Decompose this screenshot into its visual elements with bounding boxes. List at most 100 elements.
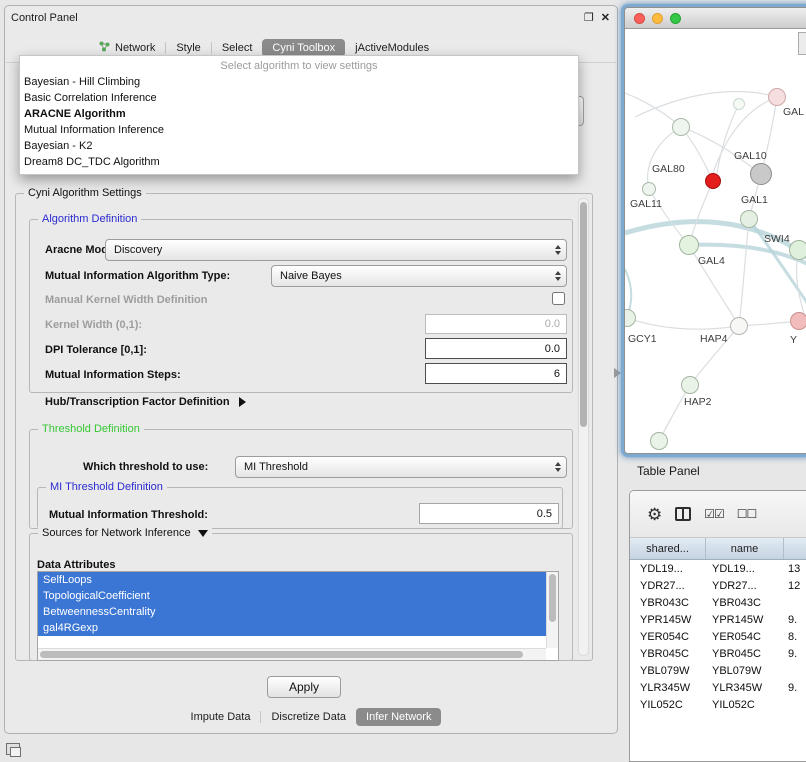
hub-definition-expander[interactable]: Hub/Transcription Factor Definition [45, 396, 246, 408]
cell-value: 9. [784, 611, 806, 628]
dropdown-option[interactable]: Bayesian - Hill Climbing [20, 74, 578, 90]
network-node-pink2[interactable] [790, 312, 806, 330]
tab-select-label: Select [222, 42, 253, 54]
cell-name: YLR345W [706, 679, 784, 696]
which-threshold-value: MI Threshold [244, 461, 308, 473]
select-all-checkboxes-icon[interactable]: ☑☑ [704, 507, 724, 521]
list-vertical-scrollbar[interactable] [546, 572, 558, 648]
network-node-selected-red[interactable] [705, 173, 721, 189]
network-node-hap2[interactable] [681, 376, 699, 394]
kernel-width-field[interactable] [425, 314, 567, 334]
mi-algorithm-type-select[interactable]: Naive Bayes [271, 265, 567, 287]
sources-expander[interactable]: Sources for Network Inference [38, 527, 212, 539]
column-header-partial[interactable] [784, 538, 806, 559]
which-threshold-select[interactable]: MI Threshold [235, 456, 567, 478]
node-label-gal4: GAL4 [698, 255, 725, 267]
mi-steps-field[interactable] [425, 363, 567, 384]
table-row[interactable]: YLR345W YLR345W 9. [630, 679, 806, 696]
apply-button[interactable]: Apply [267, 676, 341, 698]
scrollbar-thumb[interactable] [549, 574, 556, 622]
gear-icon[interactable]: ⚙ [647, 506, 662, 523]
node-label-gcy1: GCY1 [628, 333, 657, 345]
splitter-collapse-handle[interactable] [614, 368, 621, 378]
network-node[interactable] [733, 98, 745, 110]
network-node-gal80[interactable] [672, 118, 690, 136]
table-row[interactable]: YIL052C YIL052C [630, 696, 806, 713]
manual-kernel-checkbox[interactable] [552, 292, 565, 305]
window-close-button[interactable] [634, 13, 645, 24]
table-header: shared... name [630, 538, 806, 560]
node-label-gal80: GAL80 [652, 163, 685, 175]
table-row[interactable]: YDL19... YDL19... 13 [630, 560, 806, 577]
cell-shared-name: YBL079W [630, 662, 706, 679]
scrollbar-thumb[interactable] [40, 651, 523, 658]
dropdown-prompt: Select algorithm to view settings [20, 58, 578, 74]
tab-impute-data[interactable]: Impute Data [181, 708, 261, 726]
expander-expanded-icon [198, 530, 208, 537]
control-panel: Control Panel ❐ ✕ Network Style Select [4, 5, 618, 734]
mi-threshold-label: Mutual Information Threshold: [49, 509, 208, 521]
network-node-swi4[interactable] [789, 240, 806, 260]
restore-panel-icon[interactable] [6, 743, 20, 755]
cell-name: YDR27... [706, 577, 784, 594]
aracne-mode-select[interactable]: Discovery [105, 239, 567, 261]
network-node-gal1[interactable] [740, 210, 758, 228]
window-zoom-button[interactable] [670, 13, 681, 24]
settings-scrollbar[interactable] [578, 198, 589, 656]
attribute-item[interactable]: BetweennessCentrality [38, 604, 546, 620]
cell-name: YIL052C [706, 696, 784, 713]
dropdown-option[interactable]: Basic Correlation Inference [20, 90, 578, 106]
network-canvas[interactable]: GAL80 GAL10 GAL11 GAL1 SWI4 GAL4 GCY1 HA… [625, 29, 806, 453]
table-row[interactable]: YPR145W YPR145W 9. [630, 611, 806, 628]
dropdown-option-selected[interactable]: ARACNE Algorithm [20, 106, 578, 122]
panel-title: Control Panel [11, 12, 78, 24]
network-node-pink[interactable] [768, 88, 786, 106]
dropdown-option[interactable]: Bayesian - K2 [20, 138, 578, 154]
network-node-gal10-hub[interactable] [750, 163, 772, 185]
table-toolbar: ⚙ ☑☑ ☐☐ [630, 491, 806, 538]
dpi-tolerance-field[interactable] [425, 338, 567, 359]
attribute-item[interactable]: TopologicalCoefficient [38, 588, 546, 604]
node-label-partial: GAL [783, 106, 804, 118]
expander-collapsed-icon [239, 397, 246, 407]
table-row[interactable]: YER054C YER054C 8. [630, 628, 806, 645]
network-node-hap4[interactable] [730, 317, 748, 335]
network-node[interactable] [650, 432, 668, 450]
network-window-titlebar[interactable] [625, 8, 806, 29]
network-toolbar-fragment[interactable] [798, 32, 806, 55]
column-header-name[interactable]: name [706, 538, 784, 559]
table-row[interactable]: YDR27... YDR27... 12 [630, 577, 806, 594]
column-header-shared-name[interactable]: shared... [630, 538, 706, 559]
dropdown-option[interactable]: Dream8 DC_TDC Algorithm [20, 154, 578, 170]
table-row[interactable]: YBR045C YBR045C 9. [630, 645, 806, 662]
close-panel-icon[interactable]: ✕ [601, 11, 610, 24]
dropdown-option[interactable]: Mutual Information Inference [20, 122, 578, 138]
columns-icon[interactable] [675, 507, 691, 521]
mi-threshold-field[interactable] [419, 503, 559, 524]
cell-name: YDL19... [706, 560, 784, 577]
node-label-swi4: SWI4 [764, 233, 790, 245]
cell-shared-name: YIL052C [630, 696, 706, 713]
table-row[interactable]: YBR043C YBR043C [630, 594, 806, 611]
list-horizontal-scrollbar[interactable] [38, 648, 546, 660]
network-view-window: GAL80 GAL10 GAL11 GAL1 SWI4 GAL4 GCY1 HA… [624, 7, 806, 454]
tab-jactivemodules-label: jActiveModules [355, 42, 429, 54]
deselect-all-checkboxes-icon[interactable]: ☐☐ [737, 507, 757, 521]
attribute-item[interactable]: SelfLoops [38, 572, 546, 588]
tab-infer-network[interactable]: Infer Network [356, 708, 441, 726]
kernel-width-label: Kernel Width (0,1): [45, 319, 142, 331]
node-label-gal1: GAL1 [741, 194, 768, 206]
network-window-focus-ring: GAL80 GAL10 GAL11 GAL1 SWI4 GAL4 GCY1 HA… [621, 4, 806, 457]
mi-algorithm-type-value: Naive Bayes [280, 270, 342, 282]
attribute-item[interactable]: gal4RGexp [38, 620, 546, 636]
table-row[interactable]: YBL079W YBL079W [630, 662, 806, 679]
scrollbar-thumb[interactable] [580, 202, 587, 427]
data-attributes-list: SelfLoops TopologicalCoefficient Between… [37, 571, 559, 661]
network-node-gal4[interactable] [679, 235, 699, 255]
window-minimize-button[interactable] [652, 13, 663, 24]
which-threshold-label: Which threshold to use: [83, 461, 208, 473]
tab-discretize-data[interactable]: Discretize Data [261, 708, 356, 726]
undock-panel-icon[interactable]: ❐ [584, 11, 594, 24]
network-node[interactable] [642, 182, 656, 196]
cell-shared-name: YDL19... [630, 560, 706, 577]
